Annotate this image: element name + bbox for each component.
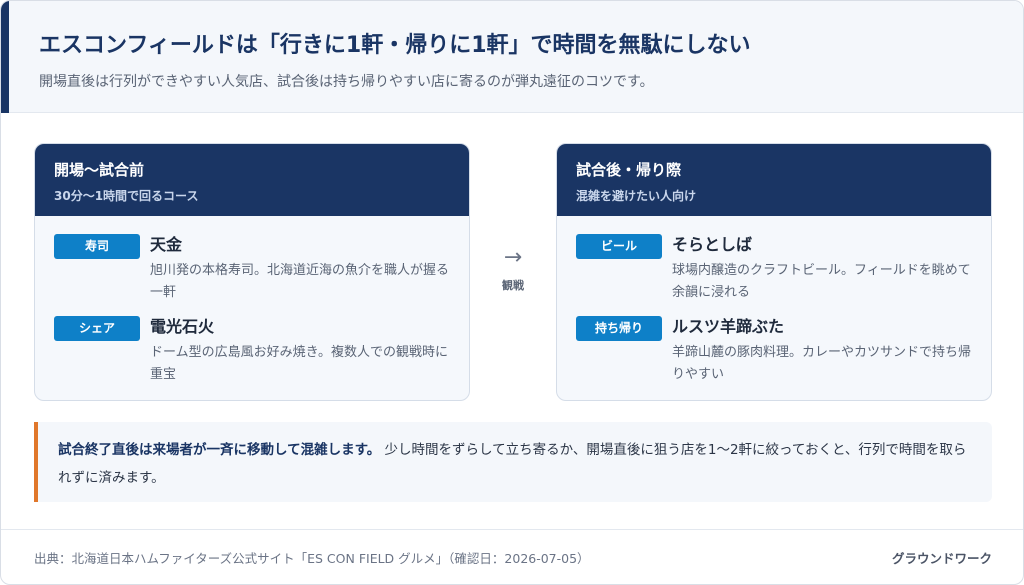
flow-arrow: → 観戦 (491, 245, 535, 293)
card-before-subtitle: 30分〜1時間で回るコース (54, 189, 199, 203)
category-tag: シェア (54, 316, 140, 341)
flow-label: 観戦 (502, 279, 524, 292)
shop-description: 旭川発の本格寿司。北海道近海の魚介を職人が握る一軒 (150, 263, 450, 300)
card-after-subtitle: 混雑を避けたい人向け (576, 189, 697, 203)
shop-name: 電光石火 (150, 317, 215, 336)
category-tag: ビール (576, 234, 662, 259)
arrow-right-icon: → (503, 245, 523, 270)
source-citation: 出典：北海道日本ハムファイターズ公式サイト「ES CON FIELD グルメ」（… (34, 551, 590, 566)
shop-description: 羊蹄山麓の豚肉料理。カレーやカツサンドで持ち帰りやすい (672, 345, 972, 382)
card-after-title: 試合後・帰り際 (576, 161, 682, 179)
card-after-header: 試合後・帰り際 混雑を避けたい人向け (557, 144, 991, 216)
card-before-header: 開場〜試合前 30分〜1時間で回るコース (35, 144, 469, 216)
card-before-title: 開場〜試合前 (54, 161, 145, 179)
brand-name: グラウンドワーク (891, 551, 992, 566)
footer: 出典：北海道日本ハムファイターズ公式サイト「ES CON FIELD グルメ」（… (1, 529, 1023, 584)
card-after-game: 試合後・帰り際 混雑を避けたい人向け ビール そらとしば 球場内醸造のクラフトビ… (556, 143, 992, 401)
tip-note-emphasis: 試合終了直後は来場者が一斉に移動して混雑します。 (58, 442, 381, 458)
infographic-frame: エスコンフィールドは「行きに1軒・帰りに1軒」で時間を無駄にしない 開場直後は行… (0, 0, 1024, 585)
page-subtitle: 開場直後は行列ができやすい人気店、試合後は持ち帰りやすい店に寄るのが弾丸遠征のコ… (39, 74, 654, 90)
category-tag: 持ち帰り (576, 316, 662, 341)
shop-description: ドーム型の広島風お好み焼き。複数人での観戦時に重宝 (150, 345, 448, 382)
shop-name: ルスツ羊蹄ぶた (672, 317, 785, 336)
shop-name: 天金 (150, 235, 183, 254)
category-tag: 寿司 (54, 234, 140, 259)
tip-note: 試合終了直後は来場者が一斉に移動して混雑します。 少し時間をずらして立ち寄るか、… (34, 422, 992, 502)
header: エスコンフィールドは「行きに1軒・帰りに1軒」で時間を無駄にしない 開場直後は行… (1, 1, 1023, 113)
header-accent-bar (1, 1, 9, 113)
card-before-game: 開場〜試合前 30分〜1時間で回るコース 寿司 天金 旭川発の本格寿司。北海道近… (34, 143, 470, 401)
page-title: エスコンフィールドは「行きに1軒・帰りに1軒」で時間を無駄にしない (39, 33, 751, 58)
shop-name: そらとしば (672, 235, 753, 254)
shop-description: 球場内醸造のクラフトビール。フィールドを眺めて余韻に浸れる (672, 263, 971, 300)
